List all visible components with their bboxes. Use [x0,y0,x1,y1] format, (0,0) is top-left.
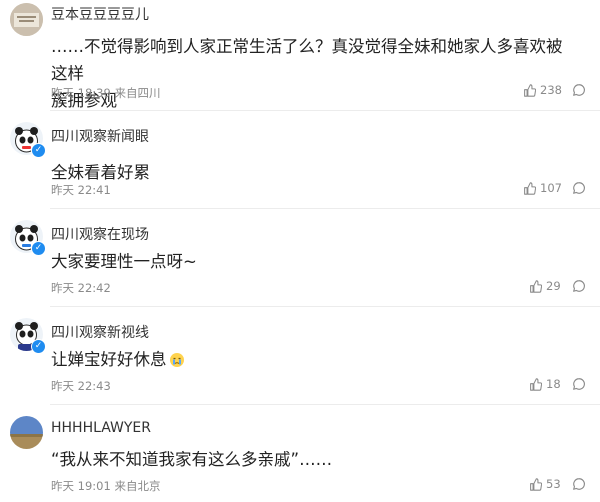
comment-author[interactable]: 四川观察在现场 [51,224,149,244]
reply-icon[interactable] [572,377,586,391]
like-button[interactable]: 29 [529,279,561,293]
comment-item: HHHHLAWYER “我从来不知道我家有这么多亲戚”…… 昨天 19:01 来… [0,406,600,502]
comment-author[interactable]: 四川观察新视线 [51,322,149,342]
comment-meta: 昨天 22:41 [51,183,111,197]
comment-meta: 昨天 22:42 [51,281,111,295]
comment-text: 让婵宝好好休息 [51,346,571,373]
divider [50,208,600,209]
thumbs-up-icon [530,377,542,391]
verified-badge-icon: ✓ [31,143,46,158]
photo-avatar-icon[interactable] [10,3,43,36]
comment-item: 豆本豆豆豆豆儿 ……不觉得影响到人家正常生活了么？真没觉得全妹和她家人多喜欢被这… [0,0,600,112]
like-count: 29 [546,279,561,293]
comment-item: ✓ 四川观察新视线 让婵宝好好休息 昨天 22:43 18 [0,308,600,406]
comment-author[interactable]: 豆本豆豆豆豆儿 [51,4,149,24]
verified-badge-icon: ✓ [31,339,46,354]
reply-icon[interactable] [572,477,586,491]
reply-icon[interactable] [572,181,586,195]
comment-author[interactable]: HHHHLAWYER [51,420,151,436]
comment-meta: 昨天 18:39 来自四川 [51,86,161,100]
landscape-avatar-icon[interactable] [10,416,43,449]
reply-icon[interactable] [572,279,586,293]
divider [50,306,600,307]
like-button[interactable]: 238 [523,83,562,97]
thumbs-up-icon [524,181,536,195]
comment-item: ✓ 四川观察新闻眼 全妹看着好累 昨天 22:41 107 [0,112,600,210]
like-button[interactable]: 53 [529,477,561,491]
crying-face-icon [169,352,184,367]
divider [50,404,600,405]
like-count: 53 [546,477,561,491]
comment-item: ✓ 四川观察在现场 大家要理性一点呀~ 昨天 22:42 29 [0,210,600,308]
like-button[interactable]: 107 [523,181,562,195]
thumbs-up-icon [530,279,542,293]
comment-text: 全妹看着好累 [51,163,150,182]
comment-meta: 昨天 19:01 来自北京 [51,479,161,493]
like-count: 238 [540,83,562,97]
divider [50,110,600,111]
comment-text: 大家要理性一点呀~ [51,252,197,271]
comment-text-line: ……不觉得影响到人家正常生活了么？真没觉得全妹和她家人多喜欢被这样 [51,37,563,83]
comment-text: ……不觉得影响到人家正常生活了么？真没觉得全妹和她家人多喜欢被这样 簇拥参观 [51,33,571,114]
thumbs-up-icon [524,83,536,97]
reply-icon[interactable] [572,83,586,97]
like-button[interactable]: 18 [529,377,561,391]
comment-text: “我从来不知道我家有这么多亲戚”…… [51,450,333,469]
thumbs-up-icon [530,477,542,491]
comment-author[interactable]: 四川观察新闻眼 [51,126,149,146]
comment-text-content: 让婵宝好好休息 [51,350,167,369]
verified-badge-icon: ✓ [31,241,46,256]
like-count: 107 [540,181,562,195]
comment-meta: 昨天 22:43 [51,379,111,393]
like-count: 18 [546,377,561,391]
